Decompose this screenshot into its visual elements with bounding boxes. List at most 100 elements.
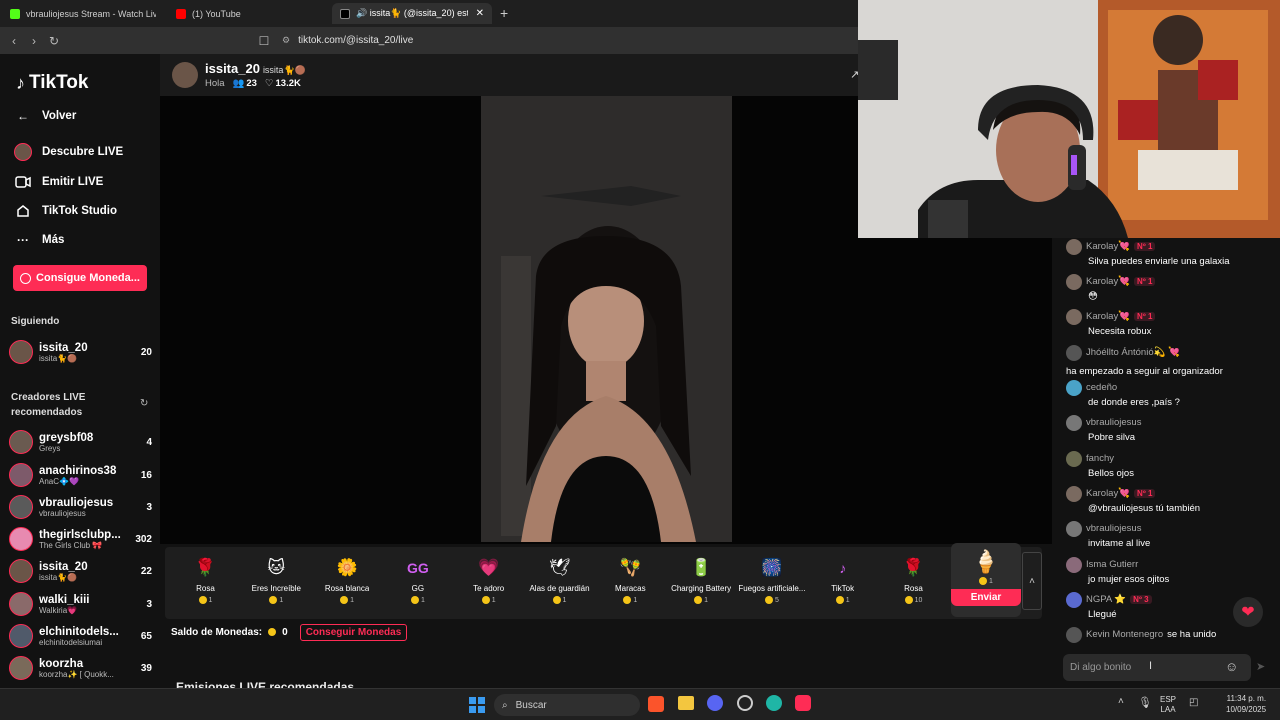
send-gift-button[interactable]: Enviar [951,589,1021,606]
discord-icon[interactable] [707,695,723,711]
chat-username[interactable]: Karolay💘 [1086,311,1130,322]
clock[interactable]: 11:34 p. m. 10/09/2025 [1226,693,1266,715]
coin-icon [904,596,913,604]
chat-avatar[interactable] [1066,308,1082,325]
chat-avatar[interactable] [1066,556,1082,573]
expand-gifts-button[interactable]: ˄ [1022,552,1042,610]
chat-username[interactable]: Karolay💘 [1086,241,1130,252]
gift-item[interactable]: 🌹 Rosa 1 [170,548,241,620]
recommended-creator[interactable]: vbrauliojesus vbrauliojesus 3 [9,492,152,522]
gift-item[interactable]: 🌼 Rosa blanca 1 [312,548,383,620]
network-icon[interactable]: ◰ [1189,697,1198,708]
gift-item[interactable]: ♪ TikTok 1 [807,548,878,620]
recommended-creator[interactable]: issita_20 issita🐈🟤 22 [9,556,152,586]
gift-item[interactable]: 🎆 Fuegos artificiale... 5 [736,548,807,620]
arrow-left-icon: ← [17,109,29,123]
coin-icon [340,596,349,604]
send-message-icon[interactable]: ➤ [1256,660,1265,673]
close-tab-icon[interactable]: ✕ [476,8,484,19]
microphone-icon[interactable]: 🎙 [1138,696,1152,709]
chat-avatar[interactable] [1066,273,1082,290]
back-icon[interactable]: ‹ [4,34,24,48]
home-icon [14,202,32,220]
edge-icon[interactable] [766,695,782,711]
host-name[interactable]: issita_20 [205,61,260,76]
chat-avatar[interactable] [1066,345,1082,361]
taskbar-search[interactable]: ⌕ Buscar [494,694,640,716]
forward-icon[interactable]: › [24,34,44,48]
site-settings-icon[interactable]: ⚙ [282,35,290,46]
tab-kick[interactable]: vbrauliojesus Stream - Watch Live on [2,3,170,24]
gift-item[interactable]: 🕊 Alas de guardián 1 [524,548,595,620]
recommended-title: Creadores LIVE recomendados [11,392,86,418]
recommended-creator[interactable]: greysbf08 Greys 4 [9,427,152,457]
like-heart-button[interactable]: ❤ [1233,597,1263,627]
recommended-creator[interactable]: thegirlsclubp... The Girls Club 🎀 302 [9,524,152,554]
language-indicator[interactable]: ESP LAA [1160,695,1176,715]
coin-icon [481,596,490,604]
get-coins-link[interactable]: Conseguir Monedas [299,623,408,641]
chat-username[interactable]: Karolay💘 [1086,488,1130,499]
chat-username[interactable]: cedeño [1086,382,1117,393]
selected-gift[interactable]: 🍦 1 Enviar [951,543,1021,617]
chat-avatar[interactable] [1066,450,1082,467]
stream-header: issita_20 issita🐈🟤 Hola 👥 23 ♡ 13.2K ↗ [160,54,859,96]
gift-item[interactable]: GG GG 1 [382,548,453,620]
nav-discover-live[interactable]: Descubre LIVE [14,143,123,161]
obs-icon[interactable] [737,695,753,711]
chat-avatar[interactable] [1066,485,1082,502]
nav-more[interactable]: ··· Más [14,231,64,249]
chat-message: cedeño de donde eres ,país ? [1066,379,1266,409]
recommended-creator[interactable]: elchinitodels... elchinitodelsiumai 65 [9,621,152,651]
recommended-creator[interactable]: anachirinos38 AnaC💠💜 16 [9,460,152,490]
gift-item[interactable]: 🌹 Rosa 10 [878,548,949,620]
recommended-creator[interactable]: walki_kiii Walkiria💗 3 [9,589,152,619]
gift-item[interactable]: 🪇 Maracas 1 [595,548,666,620]
avatar-icon [14,143,32,161]
brave-icon[interactable] [648,696,664,712]
nav-go-live[interactable]: Emitir LIVE [14,173,103,191]
file-explorer-icon[interactable] [678,696,694,710]
chat-input[interactable]: Di algo bonito I ☺ [1063,654,1251,681]
following-item[interactable]: issita_20 issita🐈🟤 20 [9,337,152,367]
search-icon: ⌕ [502,699,508,711]
nav-studio[interactable]: TikTok Studio [14,202,117,220]
chat-avatar[interactable] [1066,379,1082,396]
tiktok-app-icon[interactable] [795,695,811,711]
chat-avatar[interactable] [1066,626,1082,643]
gift-item[interactable]: 🔋 Charging Battery 1 [666,548,737,620]
tab-youtube[interactable]: (1) YouTube [168,3,328,24]
chat-username[interactable]: Karolay💘 [1086,276,1130,287]
reload-icon[interactable]: ↻ [44,34,64,48]
tab-tiktok[interactable]: 🔊 issita🐈 (@issita_20) está ✕ [332,3,492,24]
windows-start-icon[interactable] [469,697,485,713]
viewer-count: 23 [246,78,257,89]
avatar [9,592,33,616]
recommended-creator[interactable]: koorzha koorzha✨ [ Quokk... 39 [9,653,152,683]
nav-back[interactable]: ← Volver [14,107,76,125]
chat-username[interactable]: Kevin Montenegro [1086,629,1163,640]
new-tab-button[interactable]: + [500,5,508,21]
host-avatar[interactable] [172,62,198,88]
chat-avatar[interactable] [1066,238,1082,255]
chat-username[interactable]: vbrauliojesus [1086,417,1141,428]
chevron-up-icon[interactable]: ˄ [1118,696,1124,707]
gift-item[interactable]: 💗 Te adoro 1 [453,548,524,620]
chat-avatar[interactable] [1066,414,1082,431]
gift-item[interactable]: 🐱 Eres Increíble 1 [241,548,312,620]
refresh-icon[interactable]: ↻ [140,398,148,409]
chat-username[interactable]: Isma Gutierr [1086,559,1138,570]
chat-username[interactable]: vbrauliojesus [1086,523,1141,534]
coin-icon [20,272,32,284]
url-field[interactable]: tiktok.com/@issita_20/live [298,35,413,46]
chat-avatar[interactable] [1066,591,1082,608]
chat-avatar[interactable] [1066,520,1082,537]
chat-username[interactable]: Jhóéllto Ántónió💫 💘 [1086,346,1180,360]
bookmark-icon[interactable]: ☐ [254,34,274,48]
get-coins-button[interactable]: Consigue Moneda... [13,265,147,291]
tiktok-logo[interactable]: ♪ TikTok [16,72,88,94]
emoji-icon[interactable]: ☺ [1225,659,1238,674]
chat-username[interactable]: NGPA ⭐ [1086,594,1126,605]
live-video[interactable] [481,96,732,542]
chat-username[interactable]: fanchy [1086,453,1114,464]
